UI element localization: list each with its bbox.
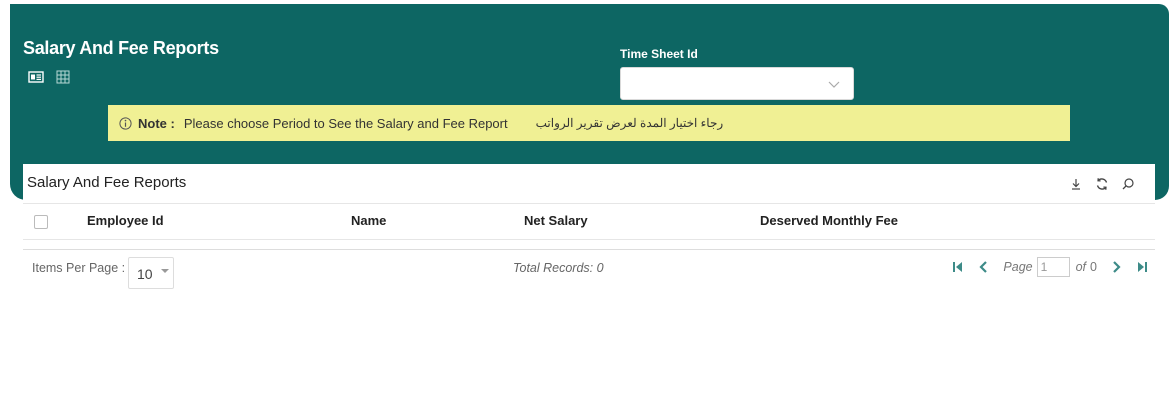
- search-icon[interactable]: [1121, 177, 1135, 191]
- items-per-page-select[interactable]: 10: [128, 257, 174, 289]
- view-toggle: [28, 70, 72, 84]
- page-input[interactable]: [1036, 257, 1070, 277]
- page-label: Page: [1003, 260, 1033, 274]
- total-records: Total Records: 0: [513, 261, 604, 275]
- grid-tools: [1069, 177, 1135, 191]
- time-sheet-label: Time Sheet Id: [620, 47, 698, 61]
- grid-view-icon[interactable]: [56, 70, 72, 84]
- chevron-down-icon: [827, 77, 841, 89]
- page-title: Salary And Fee Reports: [23, 38, 219, 58]
- items-per-page-value: 10: [137, 266, 153, 282]
- column-name[interactable]: Name: [351, 213, 386, 228]
- prev-page-icon[interactable]: [977, 260, 991, 274]
- grid-toolbar: Salary And Fee Reports: [23, 164, 1155, 204]
- grid-title: Salary And Fee Reports: [27, 174, 187, 191]
- note-label: Note :: [138, 115, 175, 131]
- select-all-checkbox[interactable]: [34, 215, 48, 229]
- column-net-salary[interactable]: Net Salary: [524, 213, 588, 228]
- time-sheet-select[interactable]: [620, 67, 854, 100]
- page-count: 0: [1090, 260, 1097, 274]
- note-message: Please choose Period to See the Salary a…: [183, 115, 508, 131]
- next-page-icon[interactable]: [1109, 260, 1123, 274]
- of-label: of: [1075, 260, 1087, 274]
- column-deserved-monthly-fee[interactable]: Deserved Monthly Fee: [760, 213, 898, 228]
- refresh-icon[interactable]: [1095, 177, 1109, 191]
- first-page-icon[interactable]: [951, 260, 965, 274]
- note-bar: Note : Please choose Period to See the S…: [108, 105, 1070, 141]
- info-icon: [119, 116, 132, 130]
- note-message-arabic: رجاء اختيار المدة لعرض تقرير الرواتب: [535, 116, 724, 130]
- items-per-page-label: Items Per Page :: [32, 261, 126, 275]
- card-view-icon[interactable]: [28, 70, 44, 84]
- last-page-icon[interactable]: [1135, 260, 1149, 274]
- grid-footer: Items Per Page : 10 Total Records: 0 Pag…: [23, 249, 1155, 294]
- pager: Page of 0: [945, 257, 1155, 277]
- download-icon[interactable]: [1069, 177, 1083, 191]
- table-header: Employee Id Name Net Salary Deserved Mon…: [23, 203, 1155, 240]
- dropdown-arrow-icon: [161, 269, 169, 273]
- column-employee-id[interactable]: Employee Id: [87, 213, 164, 228]
